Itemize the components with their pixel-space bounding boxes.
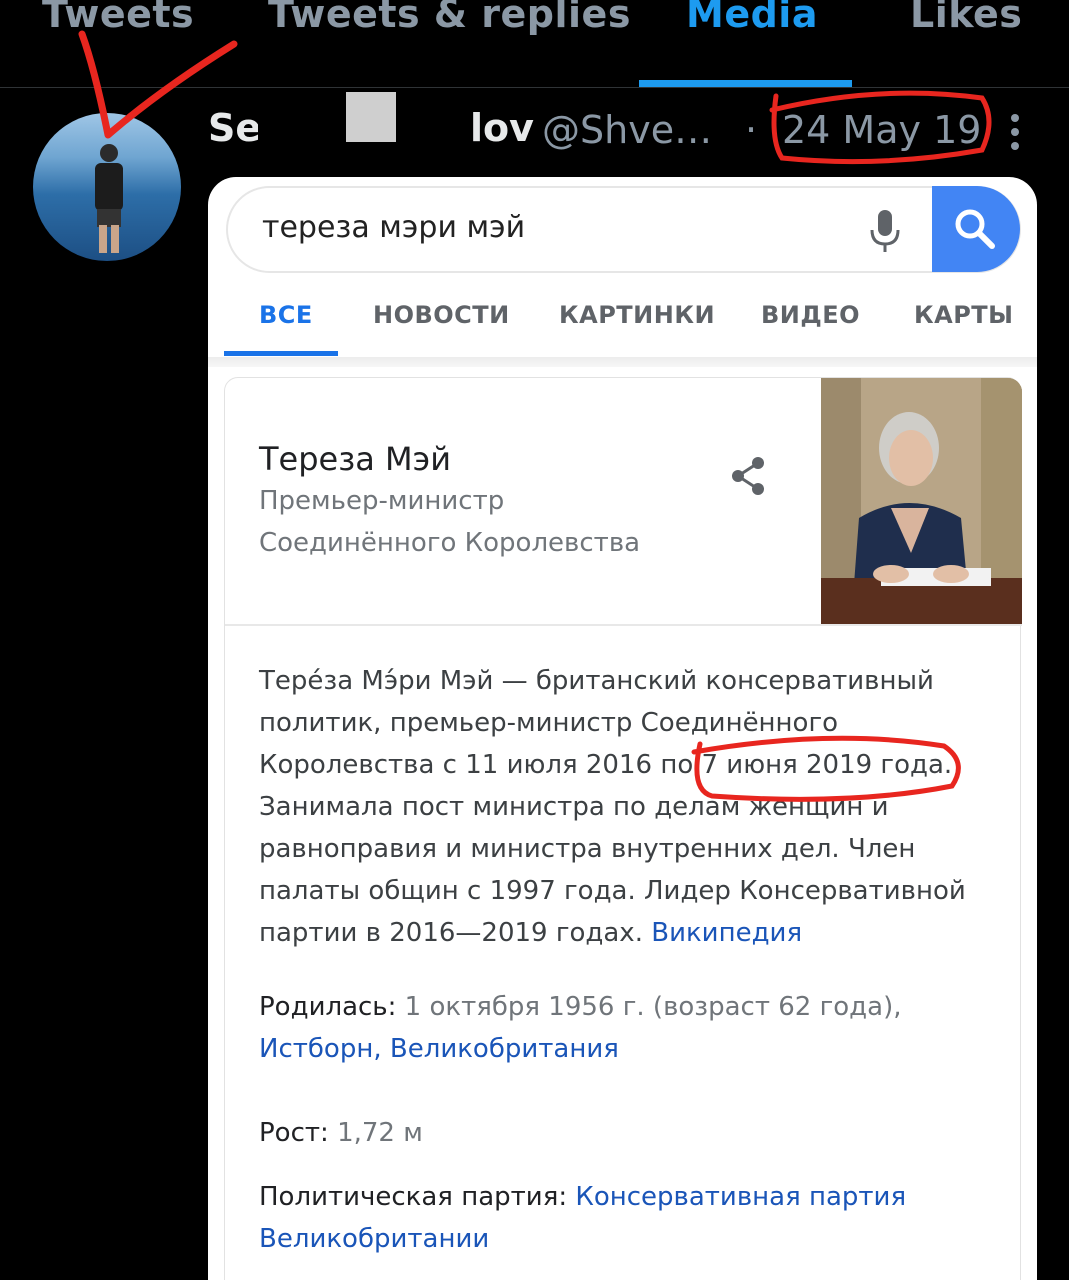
google-tabs: ВСЕ НОВОСТИ КАРТИНКИ ВИДЕО КАРТЫ bbox=[208, 287, 1037, 357]
height-label: Рост: bbox=[259, 1118, 329, 1148]
kp-height-row: Рост: 1,72 м bbox=[259, 1118, 423, 1148]
gtab-news[interactable]: НОВОСТИ bbox=[373, 301, 510, 329]
avatar[interactable] bbox=[33, 113, 181, 261]
microphone-icon[interactable] bbox=[868, 208, 902, 256]
gtab-images[interactable]: КАРТИНКИ bbox=[559, 301, 715, 329]
kp-title: Тереза Мэй bbox=[259, 440, 451, 478]
born-label: Родилась: bbox=[259, 992, 397, 1022]
born-place-link[interactable]: Истборн, Великобритания bbox=[259, 1034, 619, 1064]
kp-born-row: Родилась: 1 октября 1956 г. (возраст 62 … bbox=[259, 992, 902, 1022]
kp-portrait-photo[interactable] bbox=[821, 378, 1022, 624]
tab-tweets-replies[interactable]: Tweets & replies bbox=[268, 0, 631, 36]
kp-desc-line: политик, премьер-министр Соединённого bbox=[259, 708, 839, 738]
kp-desc-line: партии в 2016—2019 годах. bbox=[259, 918, 643, 948]
kp-party-row: Политическая партия: Консервативная парт… bbox=[259, 1182, 906, 1212]
tab-likes[interactable]: Likes bbox=[910, 0, 1022, 36]
tab-media[interactable]: Media bbox=[686, 0, 818, 36]
kp-subtitle-2: Соединённого Королевства bbox=[259, 528, 641, 558]
kp-divider bbox=[225, 624, 1022, 626]
google-search-box[interactable]: тереза мэри мэй bbox=[226, 186, 1021, 273]
tweet-author-name-end[interactable]: lov bbox=[470, 106, 534, 150]
tweet-date[interactable]: 24 May 19 bbox=[782, 108, 981, 152]
kp-subtitle: Премьер-министр bbox=[259, 486, 505, 516]
kp-desc-line: Занимала пост министра по делам женщин и bbox=[259, 792, 889, 822]
portrait-illustration bbox=[821, 378, 1022, 624]
gtab-maps[interactable]: КАРТЫ bbox=[914, 301, 1014, 329]
kp-desc-line: палаты общин с 1997 года. Лидер Консерва… bbox=[259, 876, 966, 906]
kp-description: Тере́за Мэ́ри Мэй — британский консерват… bbox=[259, 660, 999, 954]
wikipedia-link[interactable]: Википедия bbox=[651, 918, 802, 948]
party-link-line2[interactable]: Великобритании bbox=[259, 1224, 489, 1254]
kp-desc-line: Королевства с 11 июля 2016 по 7 июня 201… bbox=[259, 750, 953, 780]
knowledge-panel: Тереза Мэй Премьер-министр Соединённого … bbox=[224, 377, 1022, 1280]
share-icon[interactable] bbox=[730, 456, 766, 496]
search-icon bbox=[955, 209, 995, 249]
tweet-author-name-start[interactable]: Se bbox=[208, 106, 261, 150]
search-query[interactable]: тереза мэри мэй bbox=[262, 210, 525, 245]
gtab-all[interactable]: ВСЕ bbox=[259, 301, 313, 329]
party-label: Политическая партия: bbox=[259, 1182, 568, 1212]
kp-desc-last-line: партии в 2016—2019 годах. Википедия bbox=[259, 912, 999, 954]
tab-tweets[interactable]: Tweets bbox=[42, 0, 194, 36]
active-tab-indicator bbox=[639, 80, 852, 87]
more-vertical-icon[interactable] bbox=[1004, 112, 1026, 152]
profile-tabs: Tweets Tweets & replies Media Likes bbox=[0, 0, 1069, 88]
gtab-video[interactable]: ВИДЕО bbox=[761, 301, 860, 329]
redaction-square bbox=[346, 92, 396, 142]
gtab-active-indicator bbox=[224, 351, 338, 356]
born-value: 1 октября 1956 г. (возраст 62 года), bbox=[404, 992, 902, 1022]
party-link[interactable]: Консервативная партия bbox=[575, 1182, 906, 1212]
tweet-handle[interactable]: @Shve… bbox=[542, 108, 712, 152]
kp-desc-line: Тере́за Мэ́ри Мэй — британский консерват… bbox=[259, 666, 934, 696]
tweet-media-image[interactable]: тереза мэри мэй ВСЕ НОВОСТИ КАРТИНКИ ВИД… bbox=[208, 177, 1037, 1280]
height-value: 1,72 м bbox=[337, 1118, 423, 1148]
search-button[interactable] bbox=[932, 186, 1020, 272]
tabs-separator bbox=[208, 357, 1037, 367]
kp-desc-line: равноправия и министра внутренних дел. Ч… bbox=[259, 834, 916, 864]
avatar-person-figure bbox=[95, 144, 123, 253]
tweet-separator: · bbox=[745, 108, 758, 152]
